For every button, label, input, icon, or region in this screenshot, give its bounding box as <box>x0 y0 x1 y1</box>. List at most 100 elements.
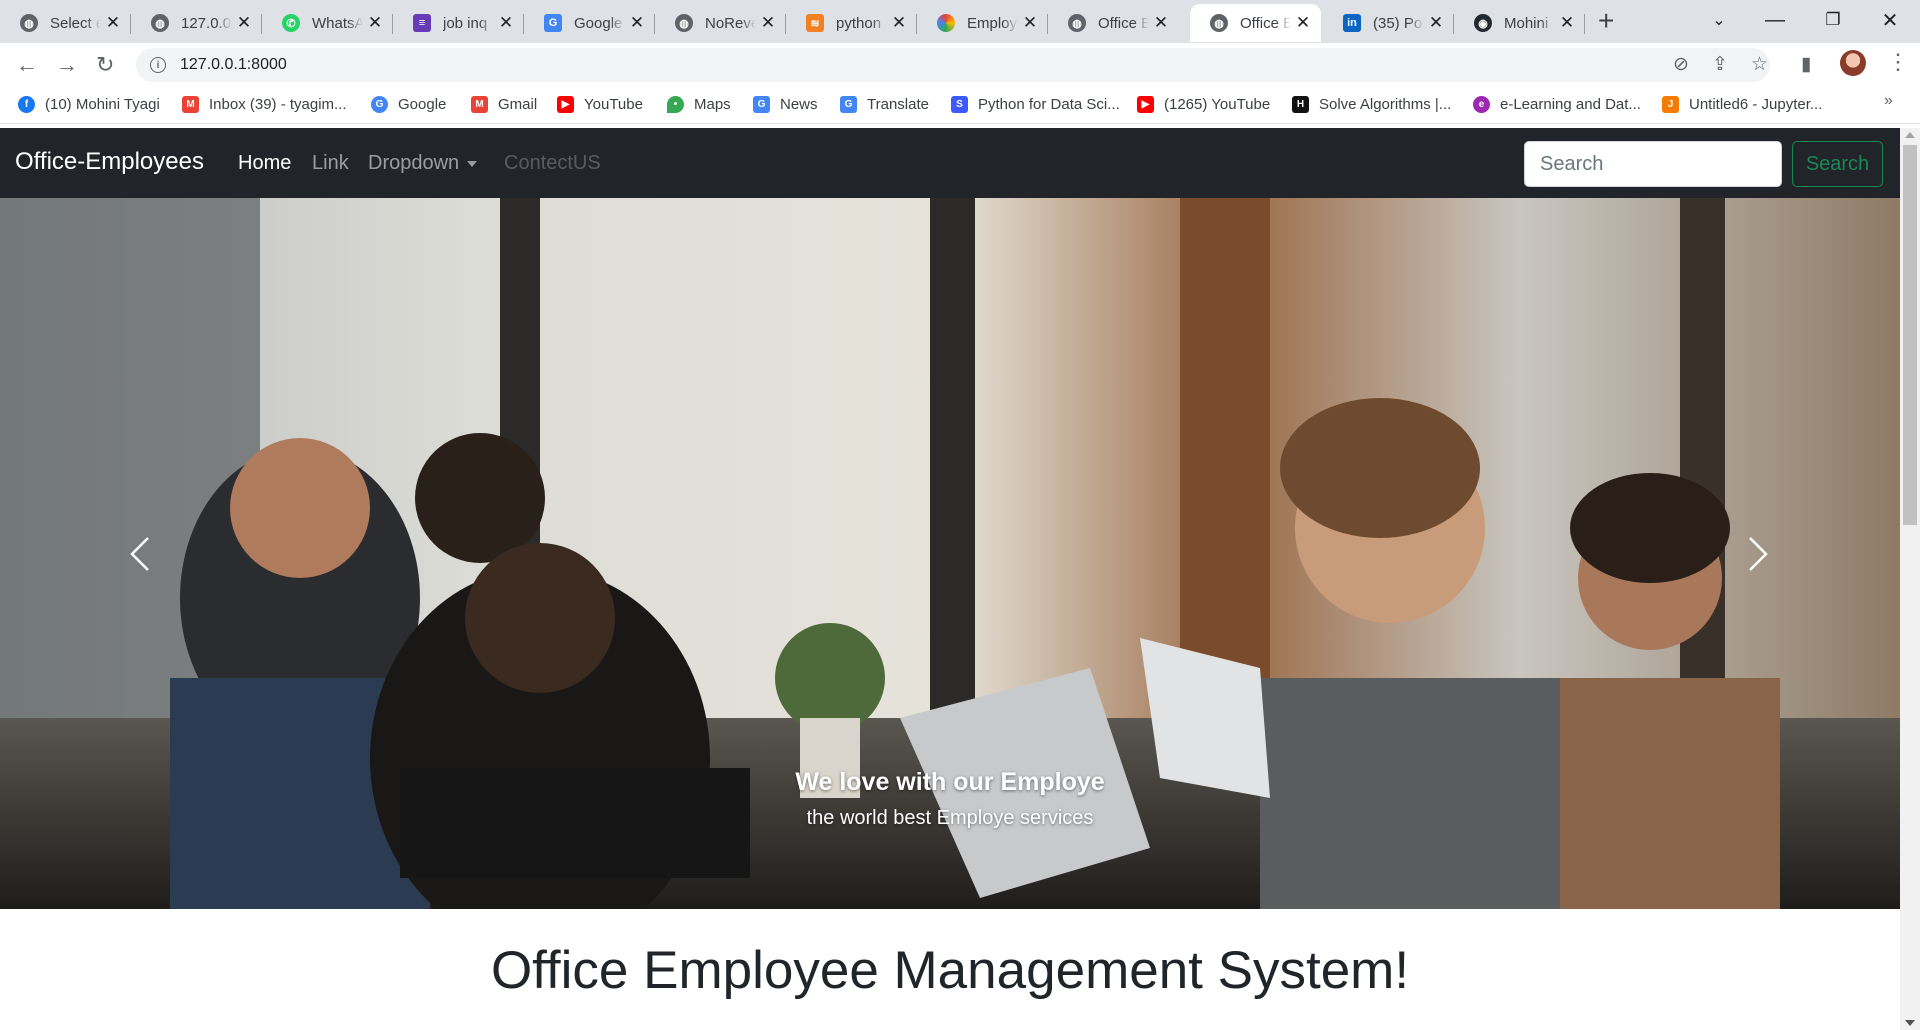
google-translate-icon: G <box>544 14 562 32</box>
carousel-caption-title: We love with our Employe <box>795 768 1105 796</box>
close-icon[interactable]: ✕ <box>236 13 252 33</box>
close-window-button[interactable]: ✕ <box>1862 0 1918 40</box>
address-bar[interactable]: i 127.0.0.1:8000 <box>136 48 1770 82</box>
browser-tab[interactable]: ≡ job inq ✕ <box>393 4 524 42</box>
menu-dots-icon[interactable]: ⋮ <box>1887 49 1909 75</box>
bookmark-item[interactable]: H Solve Algorithms |... <box>1292 96 1451 113</box>
bookmark-label: e-Learning and Dat... <box>1500 96 1641 113</box>
reload-icon[interactable]: ↻ <box>96 53 114 77</box>
browser-tab[interactable]: in (35) Po: ✕ <box>1323 4 1454 42</box>
linkedin-icon: in <box>1343 14 1361 32</box>
chevron-right-icon <box>1749 536 1768 571</box>
tab-title: Office E <box>1240 14 1291 32</box>
site-info-icon[interactable]: i <box>150 57 166 73</box>
bookmark-label: Gmail <box>498 96 538 113</box>
bookmark-item[interactable]: ▶ YouTube <box>557 96 643 113</box>
close-icon[interactable]: ✕ <box>891 13 907 33</box>
tab-title: (35) Po: <box>1373 14 1424 32</box>
more-bookmarks-icon[interactable]: » <box>1884 92 1893 110</box>
colab-icon <box>937 14 955 32</box>
browser-tab[interactable]: ◉ Mohini ✕ <box>1454 4 1585 42</box>
bookmark-label: Translate <box>867 96 929 113</box>
browser-tab[interactable]: G Google ✕ <box>524 4 655 42</box>
site-brand[interactable]: Office-Employees <box>15 148 204 176</box>
search-input[interactable] <box>1524 141 1782 187</box>
browser-tab[interactable]: ≋ python ✕ <box>786 4 917 42</box>
jupyter-icon: J <box>1662 96 1679 113</box>
carousel-caption: We love with our Employe the world best … <box>0 768 1900 830</box>
bookmark-label: Solve Algorithms |... <box>1319 96 1452 113</box>
tab-search-icon[interactable]: ⌄ <box>1691 0 1747 40</box>
gmail-icon: M <box>182 96 199 113</box>
bookmark-item[interactable]: • Maps <box>667 96 731 113</box>
bookmark-label: Google <box>398 96 447 113</box>
forms-icon: ≡ <box>413 14 431 32</box>
bookmark-label: YouTube <box>584 96 643 113</box>
stackoverflow-icon: ≋ <box>806 14 824 32</box>
bookmark-label: Python for Data Sci... <box>978 96 1120 113</box>
bookmark-item[interactable]: f (10) Mohini Tyagi <box>18 96 160 113</box>
nav-dropdown[interactable]: Dropdown <box>368 152 478 175</box>
close-icon[interactable]: ✕ <box>498 13 514 33</box>
bookmark-item[interactable]: M Gmail <box>471 96 537 113</box>
nav-link[interactable]: Link <box>312 152 349 175</box>
share-icon[interactable]: ⇪ <box>1712 53 1728 76</box>
search-button[interactable]: Search <box>1792 141 1883 187</box>
profile-avatar[interactable] <box>1840 50 1866 76</box>
bookmark-item[interactable]: J Untitled6 - Jupyter... <box>1662 96 1822 113</box>
eye-off-icon[interactable]: ⊘ <box>1673 53 1689 76</box>
scroll-down-icon[interactable] <box>1905 1020 1915 1026</box>
browser-tab[interactable]: ✆ WhatsA ✕ <box>262 4 393 42</box>
browser-tab-active[interactable]: ◍ Office E ✕ <box>1190 4 1321 42</box>
url-text[interactable]: 127.0.0.1:8000 <box>180 56 287 74</box>
bookmark-item[interactable]: S Python for Data Sci... <box>951 96 1120 113</box>
close-icon[interactable]: ✕ <box>1153 13 1169 33</box>
tab-title: Office E <box>1098 14 1149 32</box>
page-viewport: Office-Employees Home Link Dropdown Cont… <box>0 128 1900 1030</box>
globe-icon: ◍ <box>1068 14 1086 32</box>
bookmark-item[interactable]: G Google <box>371 96 446 113</box>
bookmark-item[interactable]: e e-Learning and Dat... <box>1473 96 1641 113</box>
bookmark-item[interactable]: M Inbox (39) - tyagim... <box>182 96 347 113</box>
bookmark-star-icon[interactable]: ☆ <box>1751 53 1768 76</box>
browser-tab[interactable]: Employ ✕ <box>917 4 1048 42</box>
scroll-thumb[interactable] <box>1903 145 1917 525</box>
browser-tab[interactable]: ◍ NoReve ✕ <box>655 4 786 42</box>
close-icon[interactable]: ✕ <box>1295 13 1311 33</box>
carousel-caption-text: the world best Employe services <box>806 807 1094 829</box>
nav-home-link[interactable]: Home <box>238 152 291 175</box>
close-icon[interactable]: ✕ <box>760 13 776 33</box>
side-panel-icon[interactable]: ▮ <box>1801 53 1811 76</box>
close-icon[interactable]: ✕ <box>1428 13 1444 33</box>
bookmark-item[interactable]: ▶ (1265) YouTube <box>1137 96 1270 113</box>
youtube-icon: ▶ <box>557 96 574 113</box>
close-icon[interactable]: ✕ <box>1559 13 1575 33</box>
forward-icon[interactable]: → <box>56 53 78 77</box>
restore-button[interactable]: ❐ <box>1805 0 1861 40</box>
tab-title: 127.0.0. <box>181 14 232 32</box>
browser-tab[interactable]: ◍ 127.0.0. ✕ <box>131 4 262 42</box>
bookmark-label: (10) Mohini Tyagi <box>45 96 160 113</box>
close-icon[interactable]: ✕ <box>367 13 383 33</box>
google-icon: G <box>371 96 388 113</box>
page-scrollbar[interactable] <box>1900 128 1920 1030</box>
globe-icon: ◍ <box>20 14 38 32</box>
scroll-up-icon[interactable] <box>1905 132 1915 138</box>
new-tab-button[interactable]: + <box>1598 6 1614 36</box>
browser-tab[interactable]: ◍ Office E ✕ <box>1048 4 1179 42</box>
back-icon[interactable]: ← <box>16 53 38 77</box>
close-icon[interactable]: ✕ <box>629 13 645 33</box>
youtube-icon: ▶ <box>1137 96 1154 113</box>
bookmark-label: News <box>780 96 818 113</box>
news-icon: G <box>753 96 770 113</box>
close-icon[interactable]: ✕ <box>105 13 121 33</box>
globe-icon: ◍ <box>675 14 693 32</box>
bookmark-item[interactable]: G News <box>753 96 818 113</box>
minimize-button[interactable]: — <box>1747 0 1803 40</box>
tab-title: NoReve <box>705 14 756 32</box>
bookmark-item[interactable]: G Translate <box>840 96 929 113</box>
close-icon[interactable]: ✕ <box>1022 13 1038 33</box>
whatsapp-icon: ✆ <box>282 14 300 32</box>
browser-tab[interactable]: ◍ Select e ✕ <box>0 4 131 42</box>
tab-title: Google <box>574 14 623 32</box>
